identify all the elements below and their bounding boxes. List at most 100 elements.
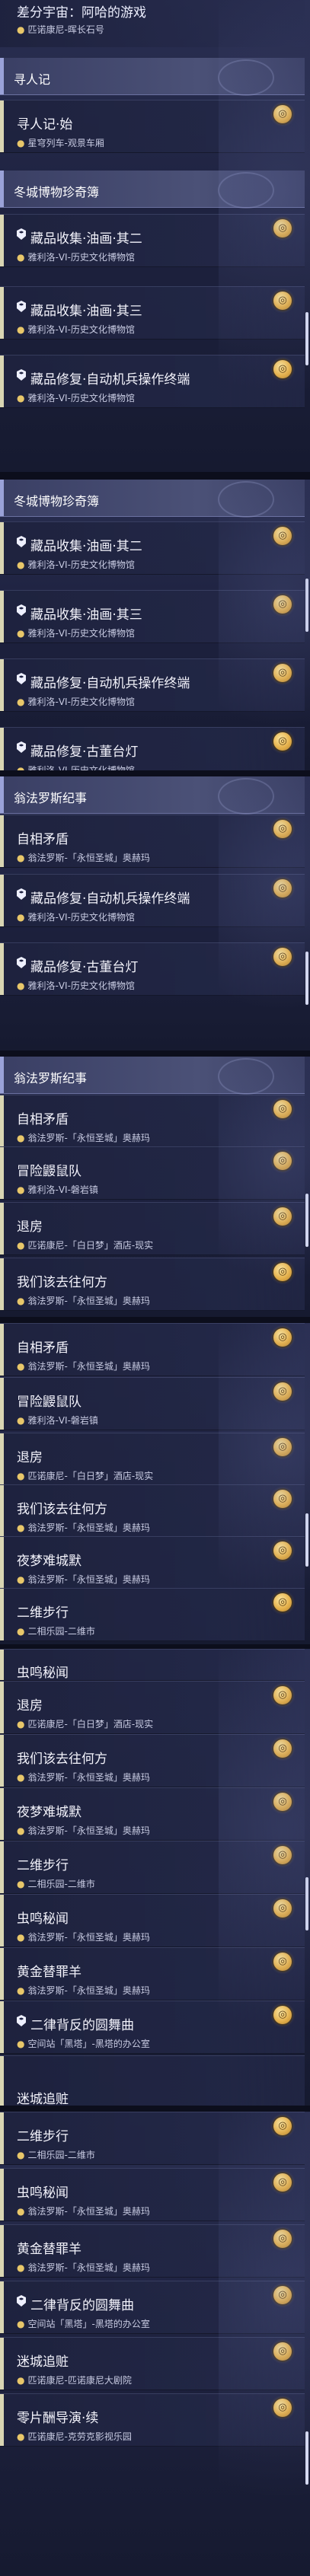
quest-entry-partial[interactable]: 虫鸣秘闻	[0, 1649, 305, 1681]
quest-entry[interactable]: 藏品收集·油画·其三 ● 雅利洛-VI-历史文化博物馆 ◎	[0, 286, 305, 340]
quest-coin-icon[interactable]: ◎	[273, 1100, 292, 1118]
quest-coin-icon[interactable]: ◎	[273, 2173, 292, 2192]
quest-entry[interactable]: 自相矛盾 ● 翁法罗斯-「永恒圣城」奥赫玛 ◎	[0, 815, 305, 868]
quest-coin-icon[interactable]: ◎	[273, 1686, 292, 1704]
quest-entry[interactable]: 藏品修复·古董台灯 ● 雅利洛-VI-历史文化博物馆 ◎	[0, 727, 305, 770]
quest-coin-icon[interactable]: ◎	[273, 292, 292, 310]
quest-location-text: 空间站「黑塔」-黑塔的办公室	[27, 2319, 150, 2329]
quest-entry[interactable]: 虫鸣秘闻 ● 翁法罗斯-「永恒圣城」奥赫玛 ◎	[0, 1894, 305, 1947]
quest-coin-icon[interactable]: ◎	[273, 2006, 292, 2024]
quest-location-text: 二相乐园-二维市	[27, 1879, 95, 1889]
quest-coin-icon[interactable]: ◎	[273, 1438, 292, 1456]
quest-coin-icon[interactable]: ◎	[273, 2342, 292, 2361]
quest-coin-icon[interactable]: ◎	[273, 2230, 292, 2248]
quest-coin-icon[interactable]: ◎	[273, 879, 292, 897]
quest-coin-icon[interactable]: ◎	[273, 732, 292, 751]
quest-entry[interactable]: 二维步行 ● 二相乐园-二维市 ◎	[0, 1841, 305, 1894]
quest-entry[interactable]: 退房 ● 匹诺康尼-「白日梦」酒店-现实 ◎	[0, 1681, 305, 1734]
quest-location-text: 翁法罗斯-「永恒圣城」奥赫玛	[27, 1574, 150, 1585]
quest-entry[interactable]: 自相矛盾 ● 翁法罗斯-「永恒圣城」奥赫玛 ◎	[0, 1095, 305, 1148]
quest-entry-partial[interactable]: 迷城追赃	[0, 2055, 305, 2106]
section-header[interactable]: 寻人记	[0, 58, 305, 96]
quest-entry[interactable]: 退房 ● 匹诺康尼-「白日梦」酒店-现实 ◎	[0, 1433, 305, 1486]
quest-location: ● 翁法罗斯-「永恒圣城」奥赫玛	[17, 1573, 150, 1586]
quest-coin-icon[interactable]: ◎	[273, 1152, 292, 1170]
quest-entry[interactable]: 退房 ● 匹诺康尼-「白日梦」酒店-现实 ◎	[0, 1202, 305, 1255]
quest-coin-icon[interactable]: ◎	[273, 595, 292, 614]
scrollbar-thumb[interactable]	[305, 1194, 308, 1247]
quest-coin-icon[interactable]: ◎	[273, 105, 292, 123]
quest-title: 迷城追赃	[17, 2354, 69, 2370]
quest-entry[interactable]: 藏品修复·古董台灯 ● 雅利洛-VI-历史文化博物馆 ◎	[0, 942, 305, 996]
quest-coin-icon[interactable]: ◎	[273, 1263, 292, 1281]
quest-entry[interactable]: 二律背反的圆舞曲 ● 空间站「黑塔」-黑塔的办公室 ◎	[0, 2281, 305, 2334]
section-header[interactable]: 翁法罗斯纪事	[0, 776, 305, 815]
section-header[interactable]: 冬城博物珍奇簿	[0, 171, 305, 209]
quest-coin-icon[interactable]: ◎	[273, 2399, 292, 2417]
quest-entry[interactable]: 二维步行 ● 二相乐园-二维市 ◎	[0, 1588, 305, 1641]
scrollbar-thumb[interactable]	[305, 1513, 308, 1567]
map-pin-icon: ●	[17, 1879, 25, 1889]
quest-coin-icon[interactable]: ◎	[273, 1593, 292, 1612]
scrollbar-thumb[interactable]	[305, 312, 308, 365]
scrollbar-thumb[interactable]	[305, 579, 308, 632]
quest-coin-icon[interactable]: ◎	[273, 1846, 292, 1864]
map-pin-icon: ●	[17, 1522, 25, 1533]
quest-location: ● 雅利洛-VI-历史文化博物馆	[17, 391, 135, 404]
quest-entry[interactable]: 虫鸣秘闻 ● 翁法罗斯-「永恒圣城」奥赫玛 ◎	[0, 2168, 305, 2221]
quest-entry[interactable]: 差分宇宙：阿哈的游戏 ● 匹诺康尼-晖长石号	[0, 0, 305, 47]
quest-coin-icon[interactable]: ◎	[273, 1899, 292, 1918]
quest-entry[interactable]: 藏品修复·自动机兵操作终端 ● 雅利洛-VI-历史文化博物馆 ◎	[0, 658, 305, 712]
quest-coin-icon[interactable]: ◎	[273, 1953, 292, 1971]
section-header[interactable]: 翁法罗斯纪事	[0, 1057, 305, 1095]
quest-entry[interactable]: 冒险鼹鼠队 ● 雅利洛-VI-磐岩镇 ◎	[0, 1377, 305, 1430]
section-emblem-decoration	[218, 59, 274, 96]
quest-coin-icon[interactable]: ◎	[273, 948, 292, 966]
quest-coin-icon[interactable]: ◎	[273, 1207, 292, 1226]
quest-entry[interactable]: 迷城追赃 ● 匹诺康尼-匹诺康尼大剧院 ◎	[0, 2337, 305, 2390]
scrollbar-thumb[interactable]	[305, 952, 308, 1005]
quest-coin-icon[interactable]: ◎	[273, 219, 292, 238]
quest-entry[interactable]: 藏品收集·油画·其二 ● 雅利洛-VI-历史文化博物馆 ◎	[0, 214, 305, 267]
quest-entry[interactable]: 黄金替罪羊 ● 翁法罗斯-「永恒圣城」奥赫玛 ◎	[0, 2224, 305, 2278]
quest-entry[interactable]: 藏品修复·自动机兵操作终端 ● 雅利洛-VI-历史文化博物馆 ◎	[0, 355, 305, 408]
quest-coin-icon[interactable]: ◎	[273, 1541, 292, 1560]
quest-title: 退房	[17, 1450, 43, 1465]
map-pin-icon: ●	[17, 1985, 25, 1996]
quest-entry[interactable]: 二维步行 ● 二相乐园-二维市 ◎	[0, 2112, 305, 2165]
map-pin-icon: ●	[17, 324, 25, 335]
quest-coin-icon[interactable]: ◎	[273, 360, 292, 378]
section-header[interactable]: 冬城博物珍奇簿	[0, 480, 305, 518]
quest-entry[interactable]: 自相矛盾 ● 翁法罗斯-「永恒圣城」奥赫玛 ◎	[0, 1323, 305, 1376]
quest-coin-icon[interactable]: ◎	[273, 527, 292, 545]
quest-entry[interactable]: 我们该去往何方 ● 翁法罗斯-「永恒圣城」奥赫玛 ◎	[0, 1258, 305, 1311]
quest-entry[interactable]: 藏品收集·油画·其二 ● 雅利洛-VI-历史文化博物馆 ◎	[0, 521, 305, 575]
quest-location-text: 匹诺康尼-「白日梦」酒店-现实	[27, 1240, 154, 1251]
quest-coin-icon[interactable]: ◎	[273, 1382, 292, 1401]
quest-location: ● 翁法罗斯-「永恒圣城」奥赫玛	[17, 2261, 150, 2274]
scrollbar-thumb[interactable]	[305, 2431, 308, 2485]
quest-entry[interactable]: 我们该去往何方 ● 翁法罗斯-「永恒圣城」奥赫玛 ◎	[0, 1484, 305, 1538]
scrollbar-thumb[interactable]	[305, 1877, 308, 1930]
quest-coin-icon[interactable]: ◎	[273, 1793, 292, 1811]
quest-entry[interactable]: 我们该去往何方 ● 翁法罗斯-「永恒圣城」奥赫玛 ◎	[0, 1734, 305, 1787]
quest-coin-icon[interactable]: ◎	[273, 1490, 292, 1508]
quest-coin-icon[interactable]: ◎	[273, 1328, 292, 1347]
quest-coin-icon[interactable]: ◎	[273, 2286, 292, 2304]
quest-title: 退房	[17, 1698, 43, 1714]
quest-entry[interactable]: 藏品收集·油画·其三 ● 雅利洛-VI-历史文化博物馆 ◎	[0, 590, 305, 643]
quest-coin-icon[interactable]: ◎	[273, 1739, 292, 1758]
quest-entry[interactable]: 夜梦难城默 ● 翁法罗斯-「永恒圣城」奥赫玛 ◎	[0, 1536, 305, 1589]
quest-coin-icon[interactable]: ◎	[273, 820, 292, 838]
quest-coin-icon[interactable]: ◎	[273, 2117, 292, 2135]
quest-entry[interactable]: 黄金替罪羊 ● 翁法罗斯-「永恒圣城」奥赫玛 ◎	[0, 1947, 305, 2001]
quest-entry[interactable]: 冒险鼹鼠队 ● 雅利洛-VI-磐岩镇 ◎	[0, 1146, 305, 1200]
quest-location-text: 翁法罗斯-「永恒圣城」奥赫玛	[27, 1296, 150, 1306]
map-pin-icon: ●	[17, 853, 25, 863]
quest-coin-icon[interactable]: ◎	[273, 664, 292, 682]
quest-entry[interactable]: 藏品修复·自动机兵操作终端 ● 雅利洛-VI-历史文化博物馆 ◎	[0, 874, 305, 927]
quest-entry[interactable]: 二律背反的圆舞曲 ● 空间站「黑塔」-黑塔的办公室 ◎	[0, 2001, 305, 2054]
quest-entry[interactable]: 寻人记·始 ● 星穹列车-观景车厢 ◎	[0, 100, 305, 153]
quest-entry[interactable]: 夜梦难城默 ● 翁法罗斯-「永恒圣城」奥赫玛 ◎	[0, 1787, 305, 1841]
quest-entry[interactable]: 零片酬导演·续 ● 匹诺康尼-克劳克影视乐园 ◎	[0, 2393, 305, 2447]
